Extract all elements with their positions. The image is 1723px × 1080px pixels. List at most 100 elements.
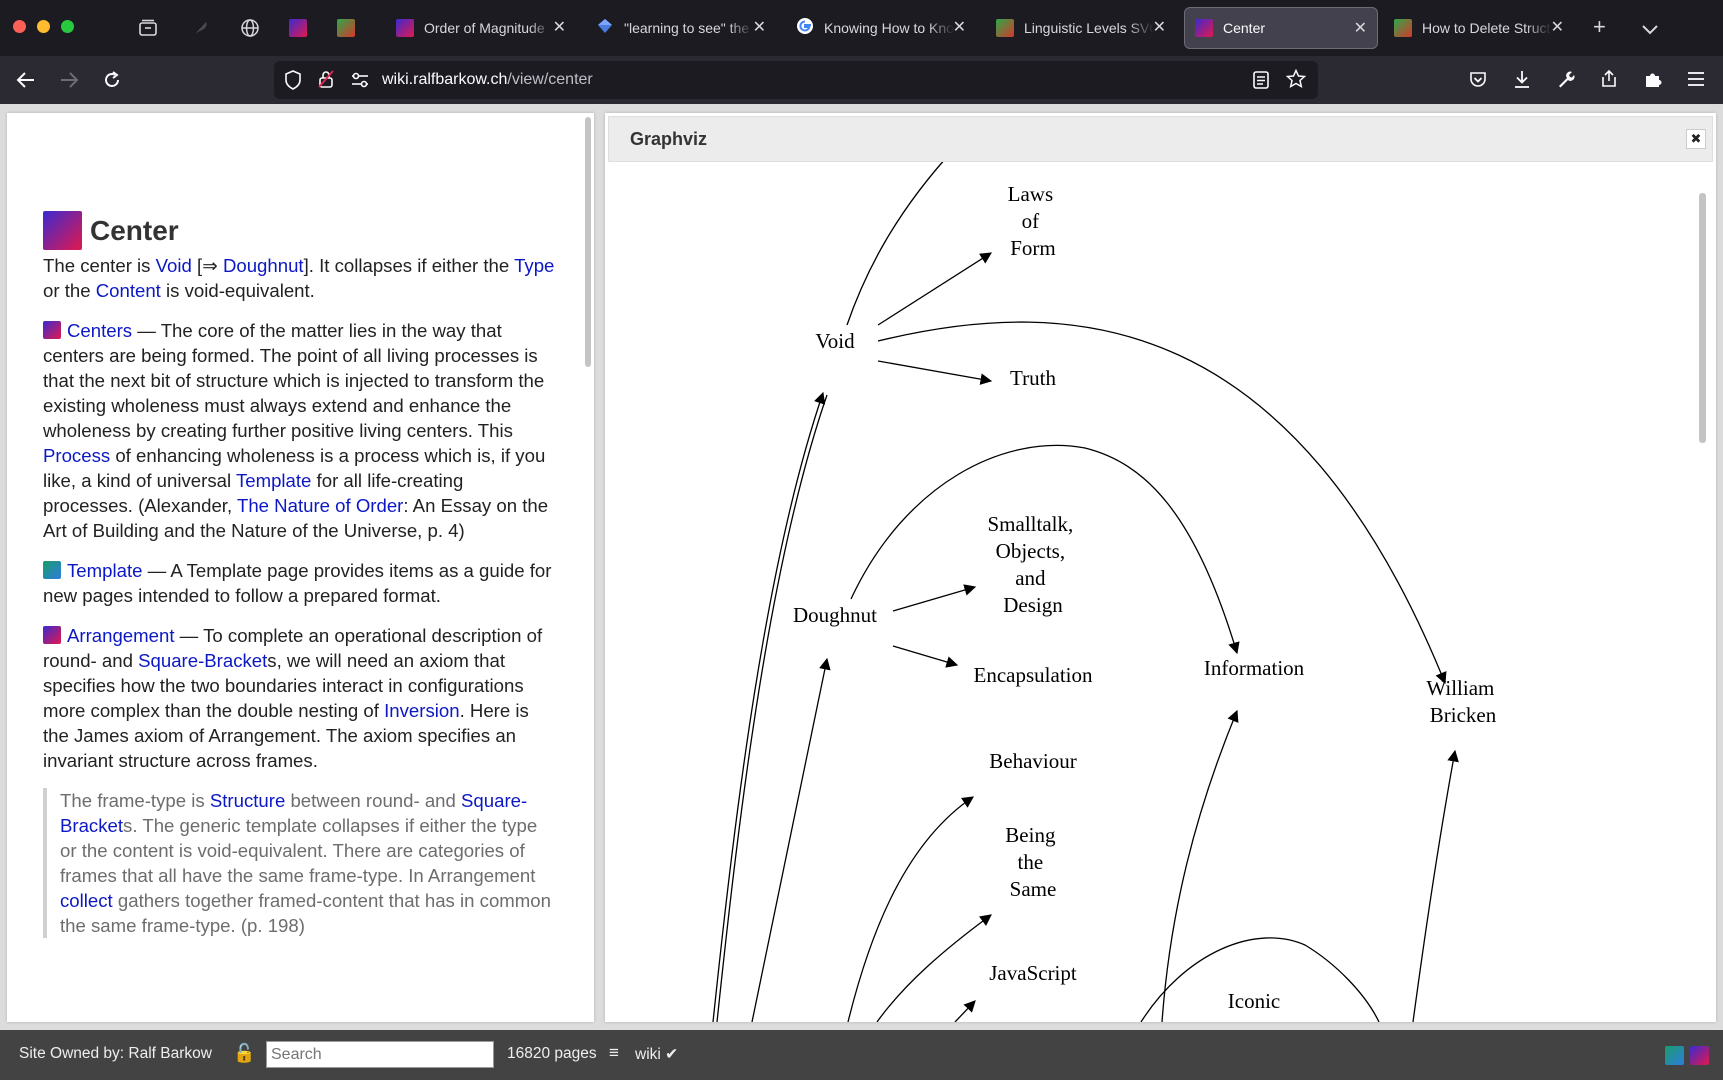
pinned-tab-wiki-icon[interactable] [285,15,311,41]
close-icon[interactable]: ✖ [1686,129,1706,149]
page-title: Center [43,211,179,250]
tab-how-to-delete-structure[interactable]: How to Delete Struct ✕ [1384,7,1574,49]
node-william-bricken[interactable]: William Bricken [1426,676,1499,727]
node-being-the-same[interactable]: Being the Same [1005,823,1060,901]
reader-view-icon[interactable] [1252,70,1270,95]
site-owner-label[interactable]: Site Owned by: Ralf Barkow [19,1045,212,1063]
close-tab-icon[interactable]: ✕ [553,17,566,37]
google-favicon-icon [796,17,814,40]
unlock-icon[interactable]: 🔓 [233,1043,255,1064]
tab-label: "learning to see" the [624,20,750,36]
node-encapsulation[interactable]: Encapsulation [974,663,1093,687]
nature-of-order-link[interactable]: The Nature of Order [237,495,403,516]
edge-void-upward [846,147,956,326]
edge-doughnut-smalltalk [892,584,977,612]
tab-knowing-how-to-know[interactable]: Knowing How to Kno ✕ [786,7,976,49]
neighbor-site-teal-icon[interactable] [1665,1046,1684,1065]
template-inline-link[interactable]: Template [236,470,311,491]
edge-void-laws-of-form [877,252,992,326]
template-link[interactable]: Template [67,560,142,581]
url-text[interactable]: wiki.ralfbarkow.ch/view/center [382,71,593,89]
void-link[interactable]: Void [156,255,192,276]
search-input[interactable] [266,1041,494,1068]
inversion-link[interactable]: Inversion [384,700,459,721]
close-window-button[interactable] [13,20,26,33]
reload-icon[interactable] [98,66,126,94]
edge-to-being-the-same [876,914,992,1022]
tab-learning-to-see[interactable]: "learning to see" the ✕ [586,7,776,49]
tab-linguistic-levels[interactable]: Linguistic Levels SVG ✕ [986,7,1176,49]
structure-link[interactable]: Structure [210,790,285,811]
centers-reference: Centers — The core of the matter lies in… [43,320,549,541]
blockquote: The frame-type is Structure between roun… [43,788,558,938]
scrollbar-thumb[interactable] [585,117,591,367]
graphviz-page[interactable]: Laws of Form Void Truth Smalltalk, Objec… [605,113,1716,1022]
permissions-sliders-icon[interactable] [350,71,370,94]
navigation-toolbar: wiki.ralfbarkow.ch/view/center [0,56,1723,104]
edge-to-william-bricken [1412,749,1459,1022]
pocket-icon[interactable] [1468,70,1488,95]
arrangement-link[interactable]: Arrangement [67,625,175,646]
wiki-favicon-icon [1394,19,1412,37]
node-laws-of-form[interactable]: Laws of Form [1008,182,1059,260]
doughnut-link[interactable]: Doughnut [223,255,304,276]
template-reference: Template — A Template page provides item… [43,560,552,606]
close-tab-icon[interactable]: ✕ [753,17,766,37]
hamburger-menu-icon[interactable] [1686,70,1706,93]
new-tab-plus-icon[interactable]: + [1593,14,1606,40]
back-arrow-icon[interactable] [12,66,40,94]
node-void[interactable]: Void [815,329,855,353]
node-smalltalk-objects-design[interactable]: Smalltalk, Objects, and Design [988,512,1079,617]
downloads-icon[interactable] [1512,69,1532,94]
node-javascript[interactable]: JavaScript [989,961,1077,985]
arrangement-favicon-icon[interactable] [43,626,61,644]
story: The center is Void [⇒ Doughnut]. It coll… [43,253,558,938]
center-page[interactable]: Center The center is Void [⇒ Doughnut]. … [7,113,594,1022]
diamond-favicon-icon [596,17,614,40]
maximize-window-button[interactable] [61,20,74,33]
node-truth[interactable]: Truth [1010,366,1056,390]
pinned-tab-wiki2-icon[interactable] [333,15,359,41]
tab-list-chevron-down-icon[interactable] [1641,16,1659,42]
wiki-status-label[interactable]: wiki ✔ [635,1045,678,1064]
edge-to-information [1161,709,1239,1022]
graphviz-scrollbar-thumb[interactable] [1699,193,1706,443]
page-heading: Center [90,214,179,246]
process-link[interactable]: Process [43,445,110,466]
left-page-scrollbar[interactable] [583,113,593,1022]
content-link[interactable]: Content [96,280,161,301]
pinned-tab-globe-icon[interactable] [237,15,263,41]
close-tab-icon[interactable]: ✕ [1551,17,1564,37]
edge-to-javascript [954,1000,976,1022]
centers-link[interactable]: Centers [67,320,132,341]
close-tab-icon[interactable]: ✕ [953,17,966,37]
menu-icon[interactable]: ≡ [609,1043,619,1063]
page-favicon-icon[interactable] [43,211,82,250]
tab-order-of-magnitude[interactable]: Order of Magnitude ✕ [386,7,576,49]
forward-arrow-icon[interactable] [55,66,83,94]
tab-center[interactable]: Center ✕ [1184,7,1378,49]
pinned-tab-feather-icon[interactable] [188,15,214,41]
extension-share-icon[interactable] [1599,69,1619,94]
template-favicon-icon[interactable] [43,561,61,579]
node-iconic[interactable]: Iconic [1228,989,1280,1013]
neighbor-site-purple-icon[interactable] [1690,1046,1709,1065]
wrench-icon[interactable] [1556,69,1576,94]
square-bracket-link[interactable]: Square-Bracket [138,650,267,671]
collect-link[interactable]: collect [60,890,113,911]
minimize-window-button[interactable] [37,20,50,33]
extensions-puzzle-icon[interactable] [1643,69,1663,94]
tab-label: Knowing How to Kno [824,20,954,36]
node-behaviour[interactable]: Behaviour [989,749,1076,773]
close-tab-icon[interactable]: ✕ [1153,17,1166,37]
node-doughnut[interactable]: Doughnut [793,603,877,627]
address-bar[interactable]: wiki.ralfbarkow.ch/view/center [274,61,1318,99]
centers-favicon-icon[interactable] [43,321,61,339]
tab-overview-icon[interactable] [135,15,161,41]
node-information[interactable]: Information [1204,656,1305,680]
close-tab-icon[interactable]: ✕ [1354,18,1367,38]
tracking-shield-icon[interactable] [284,70,302,95]
insecure-lock-icon[interactable] [317,69,335,94]
type-link[interactable]: Type [514,255,554,276]
bookmark-star-icon[interactable] [1285,68,1307,94]
